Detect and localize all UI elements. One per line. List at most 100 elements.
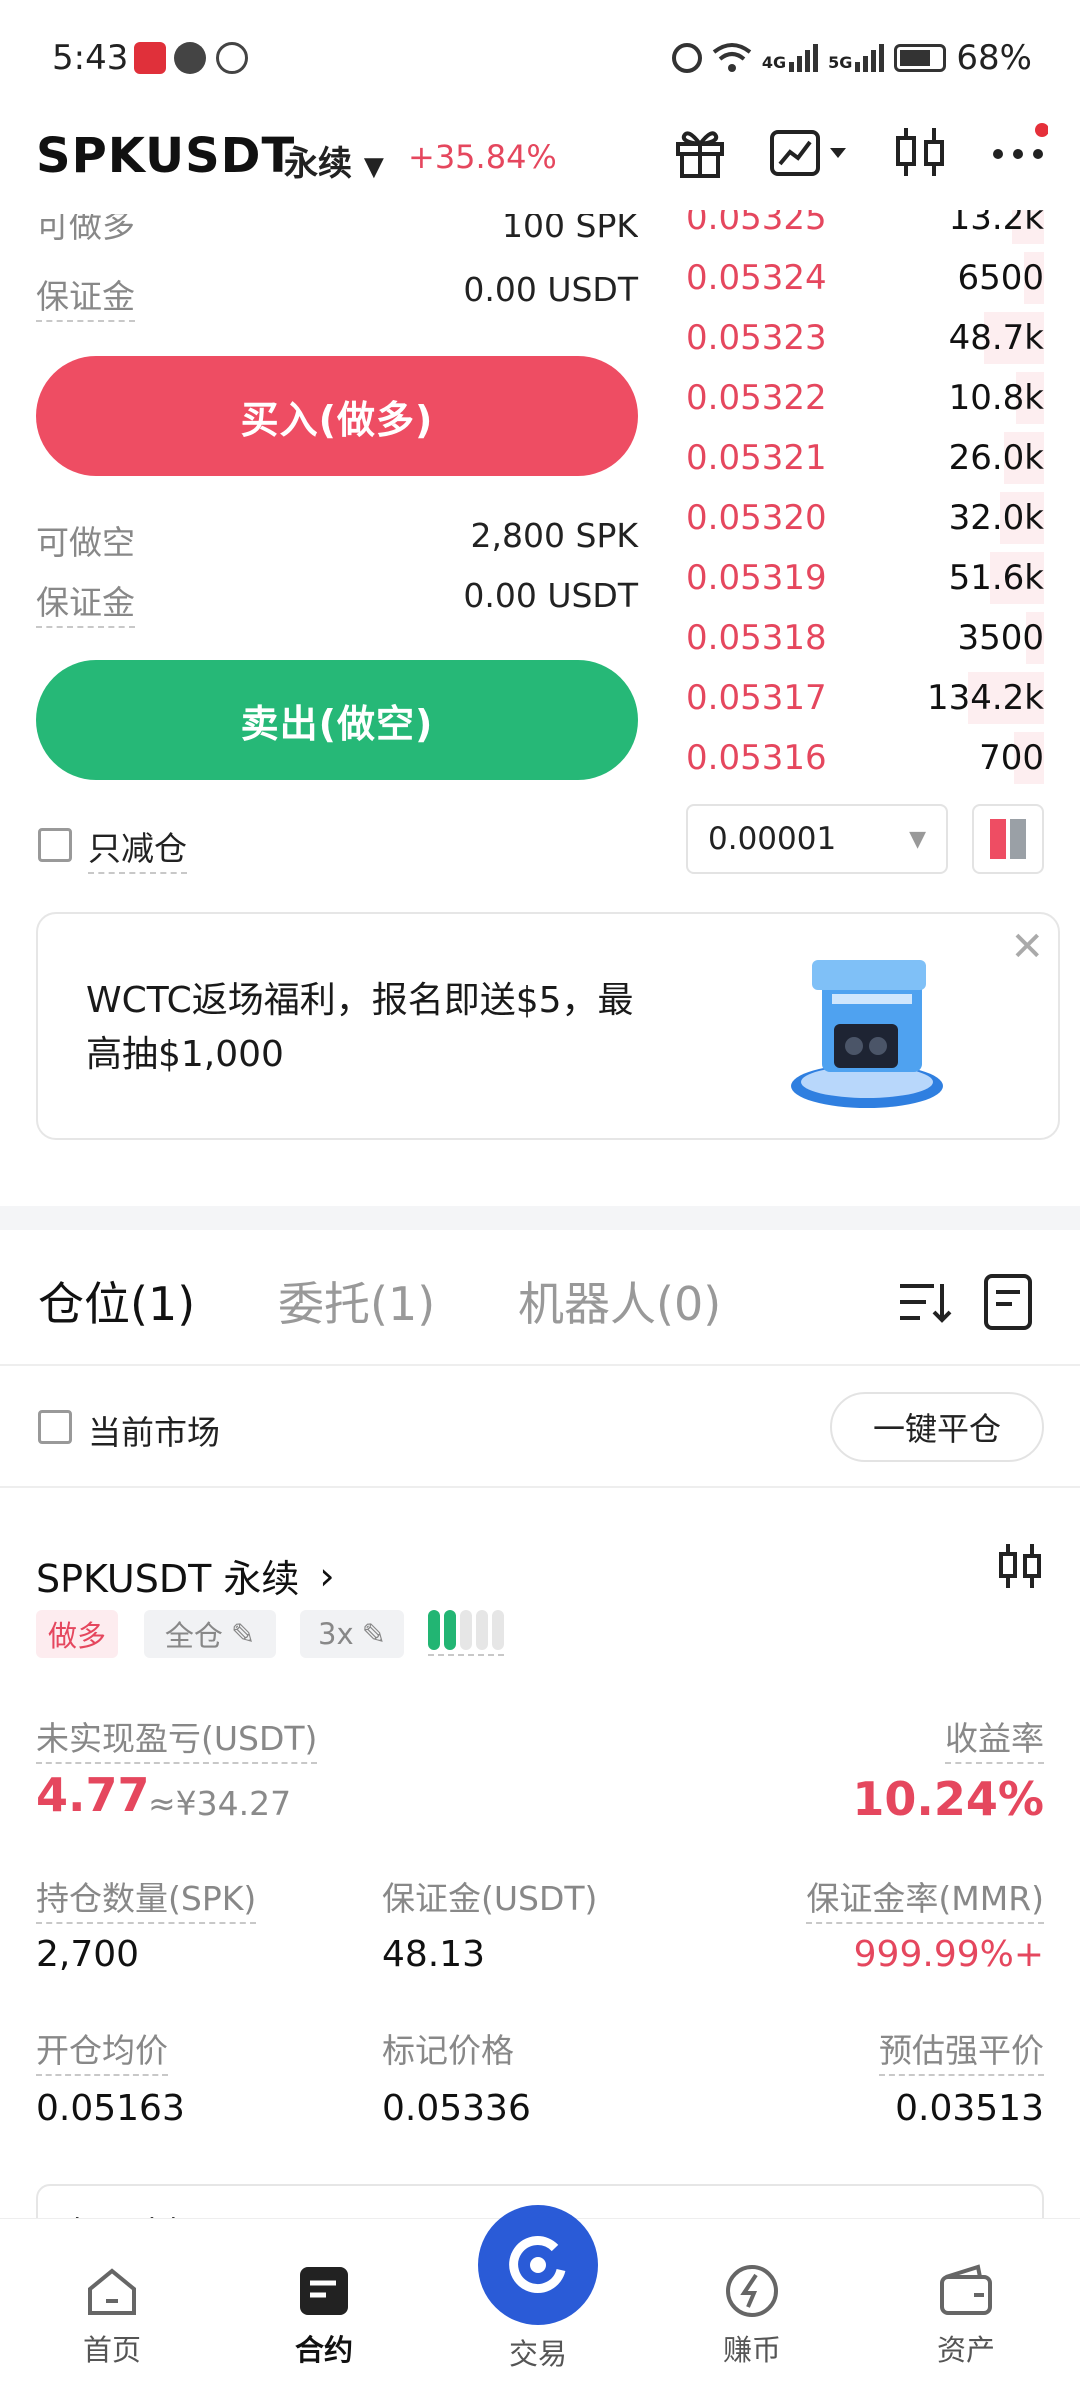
liq-price-label[interactable]: 预估强平价 bbox=[879, 2024, 1044, 2076]
entry-price-label[interactable]: 开仓均价 bbox=[36, 2024, 168, 2076]
sell-short-button[interactable]: 卖出(做空) bbox=[36, 660, 638, 780]
symbol-title[interactable]: SPKUSDT bbox=[36, 128, 295, 184]
reduce-only-checkbox[interactable] bbox=[38, 828, 72, 862]
caret-down-icon: ▼ bbox=[363, 152, 384, 182]
margin-label-long[interactable]: 保证金 bbox=[36, 270, 135, 322]
nav-home[interactable]: 首页 bbox=[42, 2263, 182, 2369]
ob-qty: 26.0k bbox=[948, 438, 1044, 478]
position-symbol-label: SPKUSDT 永续 bbox=[36, 1557, 300, 1601]
status-bar: 5:43 4G 5G 68% bbox=[0, 0, 1080, 118]
position-symbol[interactable]: SPKUSDT 永续 › bbox=[36, 1548, 335, 1603]
ob-qty: 10.8k bbox=[948, 378, 1044, 418]
history-icon[interactable] bbox=[980, 1272, 1036, 1332]
orderbook-row[interactable]: 0.05323 48.7k bbox=[686, 308, 1044, 368]
nav-futures-label: 合约 bbox=[294, 2333, 353, 2367]
adl-indicator-icon[interactable] bbox=[428, 1610, 504, 1656]
message-icon bbox=[174, 42, 206, 74]
signal-4g-icon: 4G bbox=[762, 44, 819, 72]
current-market-label[interactable]: 当前市场 bbox=[88, 1406, 220, 1454]
margin-mode-label: 全仓 bbox=[164, 1619, 223, 1653]
margin-mode-badge[interactable]: 全仓 ✎ bbox=[144, 1610, 276, 1658]
more-icon[interactable] bbox=[988, 122, 1049, 182]
precision-select[interactable]: 0.00001 ▼ bbox=[686, 804, 948, 874]
gift-icon[interactable] bbox=[670, 122, 730, 182]
orderbook-row[interactable]: 0.05318 3500 bbox=[686, 608, 1044, 668]
banner-text-line2: 高抽$1,000 bbox=[86, 1034, 284, 1075]
close-icon[interactable]: ✕ bbox=[1010, 924, 1044, 970]
banner-text-line1: WCTC返场福利，报名即送$5，最 bbox=[86, 980, 634, 1021]
price-change: +35.84% bbox=[408, 138, 557, 176]
orderbook-row[interactable]: 0.05317 134.2k bbox=[686, 668, 1044, 728]
current-market-checkbox[interactable] bbox=[38, 1410, 72, 1444]
contract-type[interactable]: 永续 ▼ bbox=[284, 136, 384, 185]
trade-icon bbox=[478, 2205, 598, 2325]
candlestick-icon[interactable] bbox=[890, 122, 950, 182]
tab-bots[interactable]: 机器人(0) bbox=[518, 1268, 721, 1334]
ob-qty: 32.0k bbox=[948, 498, 1044, 538]
ob-price: 0.05321 bbox=[686, 438, 827, 478]
mmr-label[interactable]: 保证金率(MMR) bbox=[806, 1872, 1044, 1924]
orderbook-row[interactable]: 0.05316 700 bbox=[686, 728, 1044, 788]
promo-illustration bbox=[782, 946, 952, 1116]
wifi-icon bbox=[712, 43, 752, 72]
ob-price: 0.05316 bbox=[686, 738, 827, 778]
ob-qty: 700 bbox=[979, 738, 1044, 778]
short-available-label: 可做空 bbox=[36, 523, 135, 562]
leverage-label: 3x bbox=[318, 1617, 354, 1651]
pnl-label[interactable]: 未实现盈亏(USDT) bbox=[36, 1712, 318, 1764]
margin-value: 48.13 bbox=[382, 1934, 486, 1975]
roe-value: 10.24% bbox=[852, 1772, 1044, 1826]
alarm-icon bbox=[671, 43, 702, 73]
size-value: 2,700 bbox=[36, 1934, 140, 1975]
sort-icon[interactable] bbox=[896, 1274, 952, 1330]
position-tabs: 仓位(1) 委托(1) 机器人(0) bbox=[0, 1238, 1080, 1366]
entry-price-value: 0.05163 bbox=[36, 2088, 185, 2129]
orderbook-row[interactable]: 0.05319 51.6k bbox=[686, 548, 1044, 608]
ob-price: 0.05324 bbox=[686, 258, 827, 298]
home-icon bbox=[84, 2263, 140, 2319]
candlestick-icon[interactable] bbox=[996, 1540, 1044, 1592]
divider bbox=[0, 1486, 1080, 1488]
leverage-badge[interactable]: 3x ✎ bbox=[300, 1610, 404, 1658]
pnl-cny: ≈¥34.27 bbox=[148, 1784, 292, 1823]
nav-trade-label: 交易 bbox=[508, 2337, 567, 2371]
nav-earn-label: 赚币 bbox=[722, 2333, 781, 2367]
reduce-only-label[interactable]: 只减仓 bbox=[88, 822, 187, 874]
ob-price: 0.05325 bbox=[686, 210, 827, 238]
close-all-button[interactable]: 一键平仓 bbox=[830, 1392, 1044, 1462]
orderbook-row[interactable]: 0.05324 6500 bbox=[686, 248, 1044, 308]
ob-qty: 6500 bbox=[957, 258, 1044, 298]
orderbook-row[interactable]: 0.05321 26.0k bbox=[686, 428, 1044, 488]
status-right: 4G 5G 68% bbox=[671, 38, 1032, 78]
size-label[interactable]: 持仓数量(SPK) bbox=[36, 1872, 257, 1924]
ob-qty: 3500 bbox=[957, 618, 1044, 658]
nav-trade[interactable]: 交易 bbox=[468, 2205, 608, 2373]
nav-assets-label: 资产 bbox=[936, 2333, 995, 2367]
tab-positions[interactable]: 仓位(1) bbox=[38, 1268, 195, 1334]
nav-earn[interactable]: 赚币 bbox=[682, 2263, 822, 2369]
orderbook-row[interactable]: 0.05325 13.2k bbox=[686, 210, 1044, 248]
ob-qty: 48.7k bbox=[948, 318, 1044, 358]
bottom-nav: 首页 合约 交易 赚币 资产 bbox=[0, 2205, 1080, 2388]
orderbook-row[interactable]: 0.05322 10.8k bbox=[686, 368, 1044, 428]
orderbook-layout-toggle[interactable] bbox=[972, 804, 1044, 874]
mmr-value: 999.99%+ bbox=[853, 1934, 1044, 1975]
margin-label-short[interactable]: 保证金 bbox=[36, 576, 135, 628]
section-divider bbox=[0, 1206, 1080, 1230]
margin-value-short: 0.00 USDT bbox=[463, 576, 638, 615]
buy-long-button[interactable]: 买入(做多) bbox=[36, 356, 638, 476]
ob-qty: 51.6k bbox=[948, 558, 1044, 598]
precision-value: 0.00001 bbox=[708, 821, 837, 857]
shield-app-icon bbox=[216, 42, 248, 74]
roe-label[interactable]: 收益率 bbox=[945, 1712, 1044, 1764]
battery-icon bbox=[894, 44, 947, 72]
mark-price-label: 标记价格 bbox=[382, 2031, 514, 2070]
orderbook-row[interactable]: 0.05320 32.0k bbox=[686, 488, 1044, 548]
chart-switch-icon[interactable] bbox=[768, 122, 852, 182]
promo-banner[interactable]: WCTC返场福利，报名即送$5，最 高抽$1,000 ✕ bbox=[36, 912, 1060, 1140]
nav-futures[interactable]: 合约 bbox=[254, 2263, 394, 2369]
tab-orders[interactable]: 委托(1) bbox=[278, 1268, 435, 1334]
long-available-value: 100 SPK bbox=[502, 214, 638, 245]
ob-price: 0.05317 bbox=[686, 678, 827, 718]
nav-assets[interactable]: 资产 bbox=[896, 2263, 1036, 2369]
